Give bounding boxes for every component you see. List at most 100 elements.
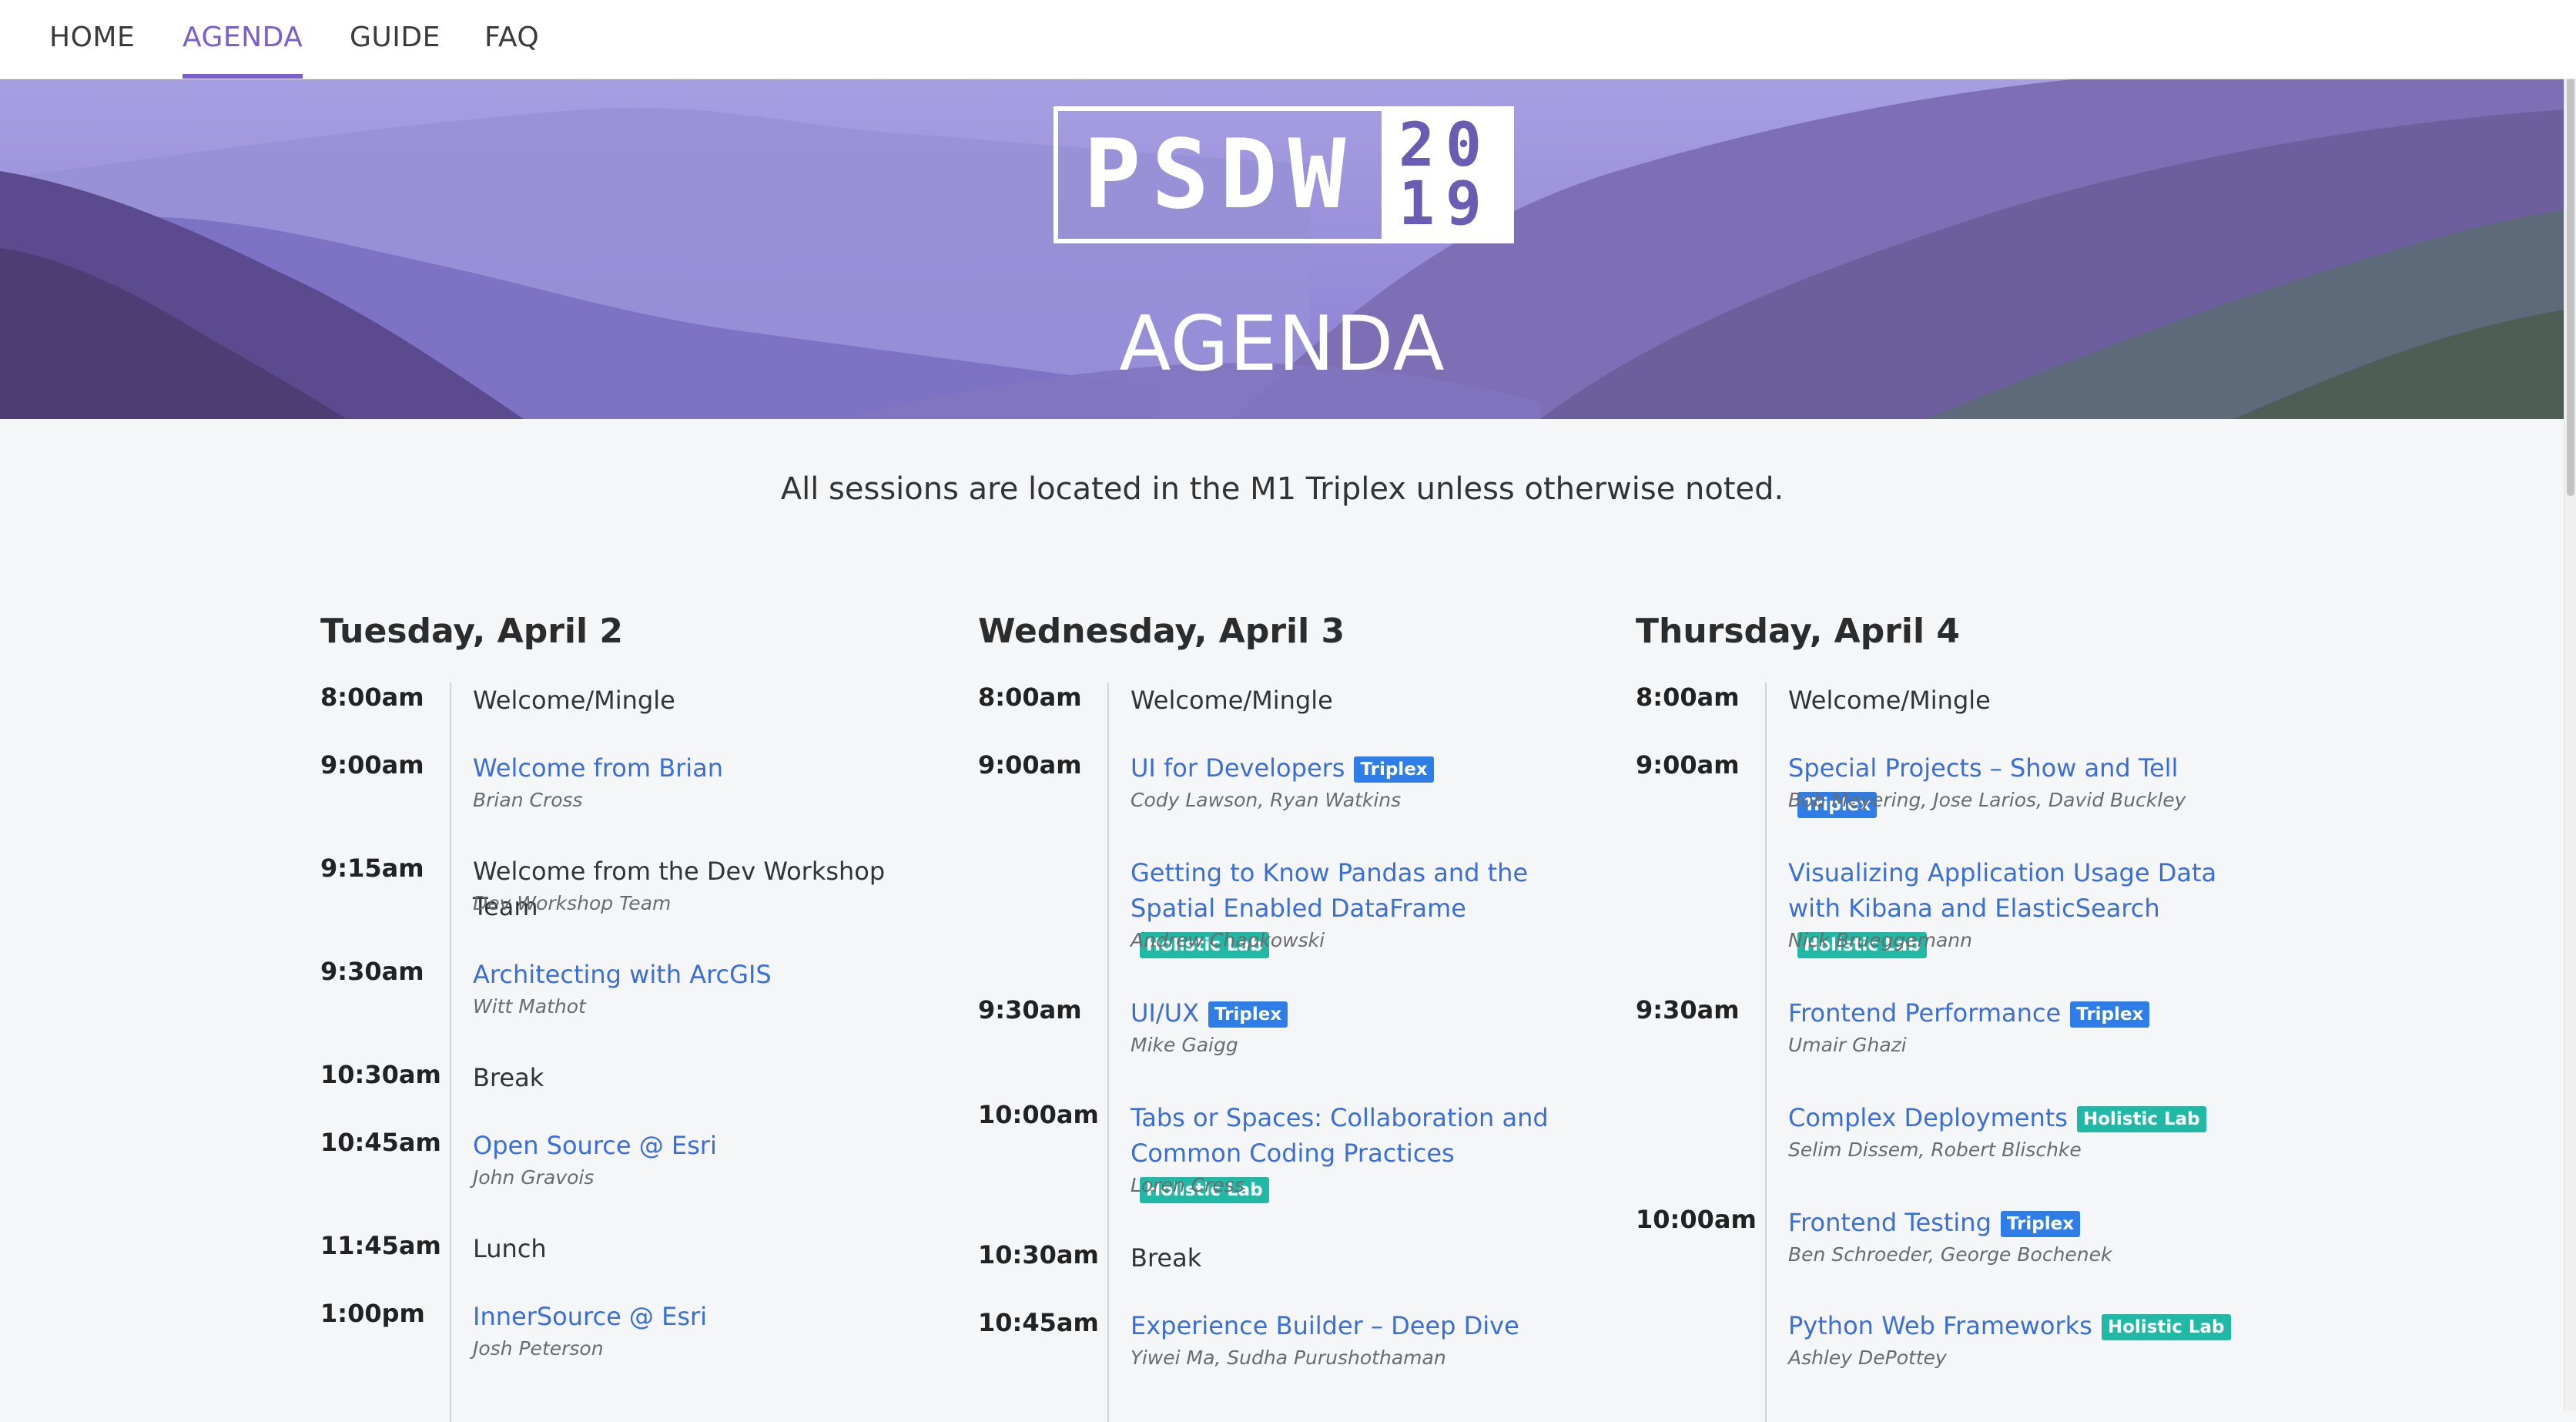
page-scrollbar[interactable] — [2564, 0, 2576, 1411]
nav-faq[interactable]: FAQ — [484, 20, 539, 79]
location-badge: Triplex — [2070, 1001, 2150, 1028]
session-time: 1:00pm — [320, 1299, 425, 1328]
session-speaker: Nick Brueggemann — [1788, 929, 1972, 951]
nav-guide[interactable]: GUIDE — [350, 20, 440, 79]
logo-year-bottom: 19 — [1399, 169, 1492, 239]
session-title-link[interactable]: Python Web Frameworks Holistic Lab — [1788, 1308, 2250, 1343]
session-speaker: Yiwei Ma, Sudha Purushothaman — [1131, 1347, 1446, 1369]
day-heading: Wednesday, April 3 — [978, 612, 1345, 651]
page-title: AGENDA — [1119, 300, 1445, 388]
session-title-text[interactable]: UI/UX — [1131, 998, 1199, 1028]
day-column-wednesday: Wednesday, April 3 8:00am Welcome/Mingle 9… — [978, 609, 1610, 1422]
session-title-link[interactable]: Open Source @ Esri — [473, 1128, 935, 1163]
session-time: 9:15am — [320, 854, 424, 883]
session-title: Welcome/Mingle — [473, 682, 935, 718]
session-title-text[interactable]: Frontend Testing — [1788, 1208, 1991, 1237]
timeline-divider — [1107, 682, 1109, 1422]
session-title: Welcome/Mingle — [1131, 682, 1593, 718]
session-title-link[interactable]: UI/UX Triplex — [1131, 995, 1593, 1031]
location-badge: Triplex — [2000, 1211, 2081, 1237]
session-speaker: Witt Mathot — [473, 995, 586, 1018]
session-time: 9:30am — [978, 995, 1082, 1025]
logo-text: PSDW — [1083, 119, 1357, 230]
location-badge: Triplex — [1354, 756, 1434, 783]
session-time: 8:00am — [978, 682, 1082, 712]
session-title-text[interactable]: Architecting with ArcGIS — [473, 960, 772, 989]
session-title-link[interactable]: UI for Developers Triplex — [1131, 750, 1593, 786]
session-time: 9:00am — [1636, 750, 1740, 780]
session-time: 10:30am — [320, 1060, 441, 1089]
session-speaker: Selim Dissem, Robert Blischke — [1788, 1139, 2082, 1161]
top-nav: HOME AGENDA GUIDE FAQ — [0, 0, 2576, 79]
session-title-text[interactable]: UI for Developers — [1131, 753, 1345, 783]
session-time: 10:00am — [978, 1100, 1099, 1129]
session-time: 9:30am — [1636, 995, 1740, 1025]
timeline-divider — [1765, 682, 1767, 1422]
session-speaker: Ben Schroeder, George Bochenek — [1788, 1243, 2112, 1266]
nav-agenda[interactable]: AGENDA — [183, 20, 303, 79]
day-column-tuesday: Tuesday, April 2 8:00am Welcome/Mingle 9:0… — [320, 609, 952, 1422]
session-title-text[interactable]: Welcome from Brian — [473, 753, 723, 783]
active-tab-indicator — [183, 74, 303, 79]
session-speaker: Umair Ghazi — [1788, 1034, 1907, 1056]
session-time: 9:00am — [978, 750, 1082, 780]
day-column-thursday: Thursday, April 4 8:00am Welcome/Mingle 9:… — [1636, 609, 2267, 1422]
session-title-text[interactable]: Experience Builder – Deep Dive — [1131, 1311, 1519, 1340]
location-badge: Holistic Lab — [2101, 1314, 2231, 1340]
nav-home[interactable]: HOME — [49, 20, 135, 79]
logo-year-top: 20 — [1399, 111, 1492, 180]
location-badge: Holistic Lab — [2076, 1106, 2206, 1132]
session-title-text: Break — [1131, 1243, 1202, 1273]
location-badge: Triplex — [1208, 1001, 1288, 1028]
session-time: 10:45am — [978, 1308, 1099, 1337]
session-speaker: Bob Meyering, Jose Larios, David Buckley — [1788, 789, 2186, 811]
session-title-text[interactable]: Visualizing Application Usage Data with … — [1788, 858, 2216, 923]
session-title-text[interactable]: Special Projects – Show and Tell — [1788, 753, 2178, 783]
logo-year: 20 19 — [1382, 111, 1509, 239]
session-title-text[interactable]: Open Source @ Esri — [473, 1131, 717, 1160]
session-speaker: Cody Lawson, Ryan Watkins — [1131, 789, 1402, 811]
session-title-link[interactable]: Frontend Performance Triplex — [1788, 995, 2250, 1031]
session-speaker: Mike Gaigg — [1131, 1034, 1238, 1056]
session-title-link[interactable]: Experience Builder – Deep Dive — [1131, 1308, 1593, 1343]
session-time: 10:00am — [1636, 1205, 1757, 1234]
day-heading: Tuesday, April 2 — [320, 612, 624, 651]
session-speaker: Andrew Chapkowski — [1131, 929, 1325, 951]
session-title: Welcome/Mingle — [1788, 682, 2250, 718]
session-time: 9:30am — [320, 957, 424, 986]
session-title-text[interactable]: Frontend Performance — [1788, 998, 2061, 1028]
session-time: 9:00am — [320, 750, 424, 780]
session-speaker: Loren Cress — [1131, 1174, 1244, 1196]
session-title-link[interactable]: Welcome from Brian — [473, 750, 935, 786]
session-title-text[interactable]: Tabs or Spaces: Collaboration and Common… — [1131, 1103, 1549, 1168]
session-title-text[interactable]: InnerSource @ Esri — [473, 1302, 707, 1331]
session-speaker: Ashley DePottey — [1788, 1347, 1947, 1369]
session-speaker: Dev Workshop Team — [473, 892, 672, 914]
timeline-divider — [450, 682, 451, 1422]
intro-note: All sessions are located in the M1 Tripl… — [780, 471, 1784, 507]
session-title-text: Break — [473, 1063, 544, 1092]
session-title: Break — [473, 1060, 935, 1095]
session-time: 10:30am — [978, 1240, 1099, 1269]
psdw-2019-logo: PSDW 20 19 — [1054, 106, 1514, 243]
session-title-link[interactable]: Complex Deployments Holistic Lab — [1788, 1100, 2250, 1135]
session-title-text[interactable]: Complex Deployments — [1788, 1103, 2068, 1132]
session-speaker: John Gravois — [473, 1166, 595, 1189]
session-title-link[interactable]: Architecting with ArcGIS — [473, 957, 935, 992]
nav-home-label: HOME — [49, 22, 136, 53]
day-heading: Thursday, April 4 — [1636, 612, 1961, 651]
session-title-text: Welcome/Mingle — [1788, 686, 1991, 715]
session-title-text[interactable]: Python Web Frameworks — [1788, 1311, 2092, 1340]
session-time: 10:45am — [320, 1128, 441, 1157]
nav-faq-label: FAQ — [484, 22, 540, 53]
session-speaker: Josh Peterson — [473, 1337, 604, 1360]
hero-banner: PSDW 20 19 AGENDA — [0, 79, 2564, 419]
session-title: Lunch — [473, 1231, 935, 1266]
nav-agenda-label: AGENDA — [183, 22, 303, 53]
session-title-text[interactable]: Getting to Know Pandas and the Spatial E… — [1131, 858, 1528, 923]
session-title-link[interactable]: InnerSource @ Esri — [473, 1299, 935, 1334]
session-title-link[interactable]: Frontend Testing Triplex — [1788, 1205, 2250, 1240]
session-time: 8:00am — [1636, 682, 1740, 712]
session-title-text: Welcome/Mingle — [473, 686, 675, 715]
nav-guide-label: GUIDE — [350, 22, 440, 53]
